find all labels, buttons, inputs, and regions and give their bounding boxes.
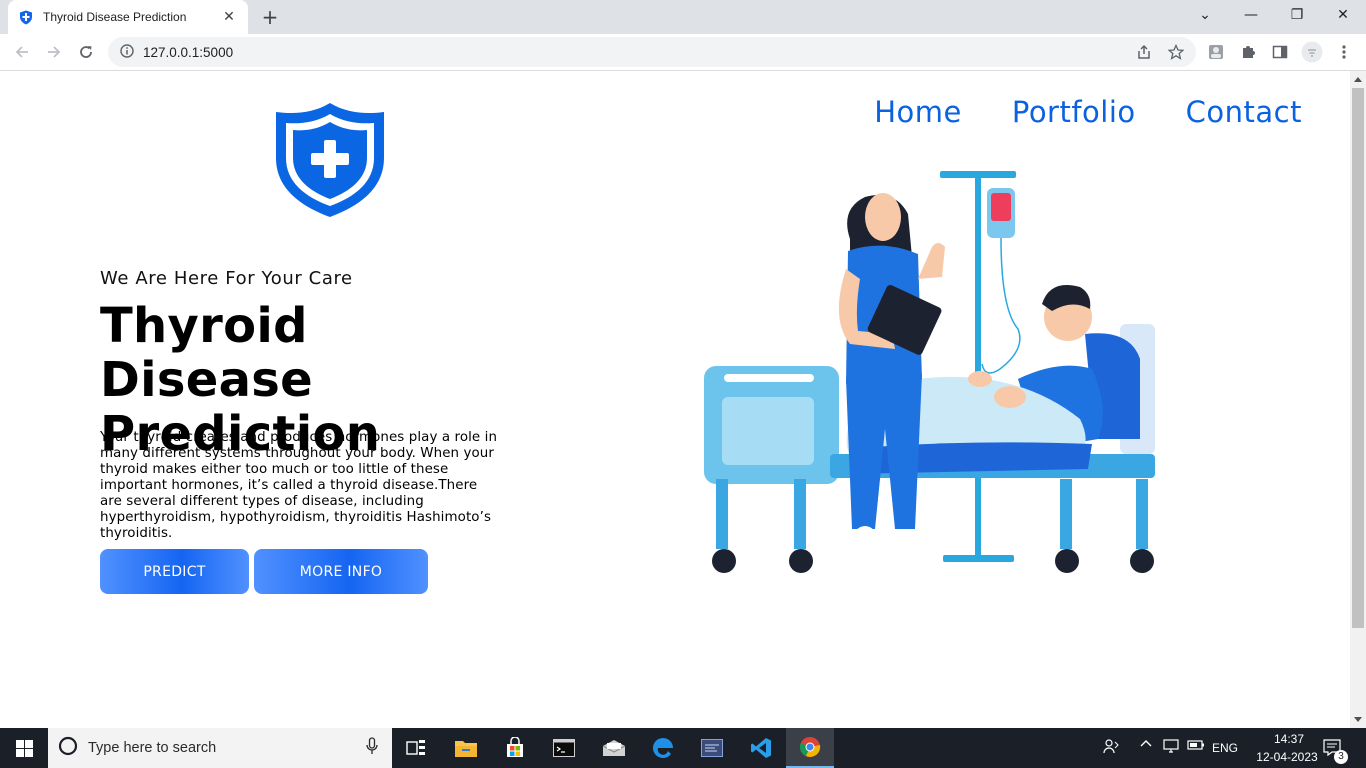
network-icon[interactable] — [1163, 738, 1181, 758]
command-prompt-icon[interactable] — [540, 728, 588, 768]
database-app-icon[interactable] — [688, 728, 736, 768]
share-icon[interactable] — [1133, 41, 1155, 63]
url-text: 127.0.0.1:5000 — [143, 44, 234, 60]
nav-portfolio-link[interactable]: Portfolio — [1012, 95, 1136, 129]
browser-toolbar: 127.0.0.1:5000 — [0, 34, 1366, 71]
scroll-thumb[interactable] — [1352, 88, 1364, 628]
menu-kebab-icon[interactable] — [1333, 41, 1355, 63]
windows-start-icon[interactable] — [0, 728, 48, 768]
nav-contact-link[interactable]: Contact — [1186, 95, 1302, 129]
taskbar-search-box[interactable]: Type here to search — [48, 728, 392, 768]
scroll-down-arrow-icon[interactable] — [1354, 717, 1362, 722]
restore-button[interactable]: ❐ — [1274, 0, 1320, 30]
tab-search-dropdown-icon[interactable]: ⌄ — [1182, 0, 1228, 30]
tab-close-icon[interactable]: ✕ — [220, 8, 238, 26]
battery-icon[interactable] — [1187, 738, 1205, 756]
tab-title: Thyroid Disease Prediction — [43, 10, 187, 24]
people-icon[interactable] — [1103, 738, 1119, 758]
side-panel-icon[interactable] — [1269, 41, 1291, 63]
reload-icon[interactable] — [72, 38, 100, 66]
file-explorer-icon[interactable] — [442, 728, 490, 768]
profile-icon[interactable] — [1301, 41, 1323, 63]
language-indicator[interactable]: ENG — [1212, 741, 1238, 755]
microphone-icon[interactable] — [366, 737, 378, 759]
shield-favicon-icon — [18, 9, 34, 25]
notification-count-badge: 3 — [1334, 750, 1348, 764]
clock-date[interactable]: 12-04-2023 — [1252, 750, 1322, 764]
extension-avatar-icon[interactable] — [1205, 41, 1227, 63]
clock-time[interactable]: 14:37 — [1264, 732, 1314, 746]
cortana-circle-icon — [58, 736, 78, 760]
browser-tab[interactable]: Thyroid Disease Prediction ✕ — [8, 0, 248, 34]
hospital-bed-illustration — [700, 169, 1160, 579]
mail-icon[interactable] — [590, 728, 638, 768]
extensions-puzzle-icon[interactable] — [1237, 41, 1259, 63]
page-scrollbar[interactable] — [1350, 71, 1366, 728]
minimize-button[interactable]: — — [1228, 0, 1274, 30]
back-arrow-icon[interactable] — [8, 38, 36, 66]
microsoft-store-icon[interactable] — [491, 728, 539, 768]
web-page: Home Portfolio Contact We Are Here For Y… — [0, 71, 1350, 728]
shield-plus-logo-icon — [272, 100, 388, 220]
browser-tab-strip: Thyroid Disease Prediction ✕ + ⌄ — ❐ ✕ — [0, 0, 1366, 34]
scroll-up-arrow-icon[interactable] — [1354, 77, 1362, 82]
predict-button[interactable]: PREDICT — [100, 549, 249, 594]
chrome-icon[interactable] — [786, 728, 834, 768]
main-nav: Home Portfolio Contact — [874, 95, 1302, 129]
vscode-icon[interactable] — [737, 728, 785, 768]
new-tab-button[interactable]: + — [258, 6, 282, 28]
windows-taskbar: Type here to search ENG 14:37 12-04-2023… — [0, 728, 1366, 768]
search-placeholder: Type here to search — [88, 740, 217, 756]
forward-arrow-icon[interactable] — [40, 38, 68, 66]
hero-description: Your thyroid creates and produces hormon… — [100, 430, 498, 541]
bookmark-star-icon[interactable] — [1165, 41, 1187, 63]
task-view-icon[interactable] — [392, 728, 440, 768]
address-bar[interactable]: 127.0.0.1:5000 — [108, 37, 1196, 67]
show-hidden-icons-chevron-icon[interactable] — [1140, 738, 1152, 754]
hero-subtitle: We Are Here For Your Care — [100, 268, 353, 289]
edge-browser-icon[interactable] — [639, 728, 687, 768]
nav-home-link[interactable]: Home — [874, 95, 962, 129]
close-window-button[interactable]: ✕ — [1320, 0, 1366, 30]
site-info-icon[interactable] — [120, 43, 134, 62]
more-info-button[interactable]: MORE INFO — [254, 549, 428, 594]
